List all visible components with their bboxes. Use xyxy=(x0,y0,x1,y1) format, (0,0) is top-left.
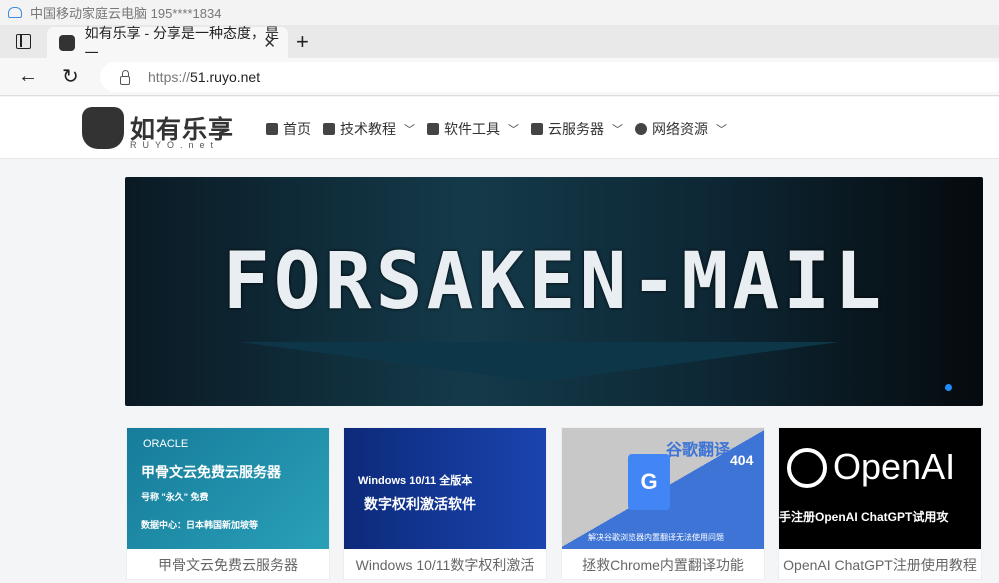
globe-icon xyxy=(635,123,647,135)
main-nav: 首页 技术教程 ﹀ 软件工具 ﹀ 云服务器 ﹀ 网络资源 ﹀ xyxy=(266,119,739,139)
tiger-logo-icon xyxy=(82,107,124,149)
lock-icon[interactable] xyxy=(120,69,130,85)
post-thumbnail: OpenAI 手注册OpenAI ChatGPT试用攻 xyxy=(779,428,981,549)
chevron-down-icon: ﹀ xyxy=(612,124,623,136)
home-icon xyxy=(266,123,278,135)
nav-network-resources[interactable]: 网络资源 ﹀ xyxy=(635,119,727,139)
nav-cloud-servers[interactable]: 云服务器 ﹀ xyxy=(531,119,623,139)
post-title[interactable]: 甲骨文云免费云服务器 xyxy=(127,549,329,581)
system-title: 中国移动家庭云电脑 195****1834 xyxy=(30,6,222,21)
thumb-line: 解决谷歌浏览器内置翻译无法使用问题 xyxy=(588,533,724,542)
nav-software[interactable]: 软件工具 ﹀ xyxy=(427,119,519,139)
thumb-line: 手注册OpenAI ChatGPT试用攻 xyxy=(779,510,949,524)
post-card[interactable]: 谷歌翻译 404 G 解决谷歌浏览器内置翻译无法使用问题 拯救Chrome内置翻… xyxy=(561,427,765,580)
post-thumbnail: Windows 10/11 全版本 数字权利激活软件 xyxy=(344,428,546,549)
tab-strip: 如有乐享 - 分享是一种态度，是一 ✕ + xyxy=(0,25,999,61)
back-icon[interactable]: ← xyxy=(18,65,38,88)
openai-logo-icon xyxy=(787,448,827,488)
cloud-icon xyxy=(8,7,22,18)
logo-subtext: RUYO.net xyxy=(130,140,220,150)
favicon-icon xyxy=(59,34,75,51)
nav-label: 技术教程 xyxy=(340,121,396,137)
thumb-title: Windows 10/11 全版本 xyxy=(358,475,473,487)
new-tab-button[interactable]: + xyxy=(296,29,309,55)
nav-label: 软件工具 xyxy=(444,121,500,137)
close-tab-icon[interactable]: ✕ xyxy=(263,34,276,52)
post-title[interactable]: 拯救Chrome内置翻译功能 xyxy=(562,549,764,581)
thumb-line: 数字权利激活软件 xyxy=(364,496,476,512)
system-title-bar: 中国移动家庭云电脑 195****1834 xyxy=(0,0,999,25)
url-input[interactable]: https://51.ruyo.net xyxy=(100,62,999,92)
post-card[interactable]: ORACLE 甲骨文云免费云服务器 号称 "永久" 免费 数据中心：日本韩国新加… xyxy=(126,427,330,580)
nav-label: 网络资源 xyxy=(652,121,708,137)
thumb-line: 404 xyxy=(730,452,754,468)
window-icon xyxy=(427,123,439,135)
post-title[interactable]: OpenAI ChatGPT注册使用教程 xyxy=(779,549,981,581)
banner-title: FORSAKEN-MAIL xyxy=(222,237,886,327)
post-card[interactable]: OpenAI 手注册OpenAI ChatGPT试用攻 OpenAI ChatG… xyxy=(778,427,982,580)
browser-tab[interactable]: 如有乐享 - 分享是一种态度，是一 ✕ xyxy=(47,25,288,61)
banner-decoration xyxy=(240,342,840,382)
code-file-icon xyxy=(323,123,335,135)
site-header: 如有乐享 RUYO.net 首页 技术教程 ﹀ 软件工具 ﹀ 云服务器 ﹀ 网络资源 ﹀ xyxy=(0,97,999,159)
post-thumbnail: 谷歌翻译 404 G 解决谷歌浏览器内置翻译无法使用问题 xyxy=(562,428,764,549)
hero-carousel[interactable]: FORSAKEN-MAIL xyxy=(125,177,983,406)
chevron-down-icon: ﹀ xyxy=(716,124,727,136)
post-title[interactable]: Windows 10/11数字权利激活 xyxy=(344,549,546,581)
nav-tutorials[interactable]: 技术教程 ﹀ xyxy=(323,119,415,139)
nav-home[interactable]: 首页 xyxy=(266,119,311,139)
chevron-down-icon: ﹀ xyxy=(404,124,415,136)
nav-label: 云服务器 xyxy=(548,121,604,137)
url-host: 51.ruyo.net xyxy=(190,69,261,85)
post-thumbnail: ORACLE 甲骨文云免费云服务器 号称 "永久" 免费 数据中心：日本韩国新加… xyxy=(127,428,329,549)
server-icon xyxy=(531,123,543,135)
thumb-title: 甲骨文云免费云服务器 xyxy=(141,464,281,480)
thumb-brand: ORACLE xyxy=(143,438,189,450)
chevron-down-icon: ﹀ xyxy=(508,124,519,136)
google-translate-icon: G xyxy=(628,454,670,510)
url-protocol: https:// xyxy=(148,69,191,85)
thumb-title: 谷歌翻译 xyxy=(666,442,731,459)
tab-title: 如有乐享 - 分享是一种态度，是一 xyxy=(84,24,280,61)
reload-icon[interactable]: ↻ xyxy=(62,64,79,89)
site-logo[interactable]: 如有乐享 RUYO.net xyxy=(82,107,234,150)
nav-label: 首页 xyxy=(283,121,311,137)
thumb-line: 号称 "永久" 免费 xyxy=(141,492,209,502)
thumb-line: 数据中心：日本韩国新加坡等 xyxy=(141,520,259,530)
address-bar-row: ← ↻ https://51.ruyo.net xyxy=(0,58,999,96)
thumb-title: OpenAI xyxy=(833,446,956,487)
carousel-dot[interactable] xyxy=(945,384,952,391)
post-card[interactable]: Windows 10/11 全版本 数字权利激活软件 Windows 10/11… xyxy=(343,427,547,580)
sidebar-toggle-icon[interactable] xyxy=(16,34,31,49)
